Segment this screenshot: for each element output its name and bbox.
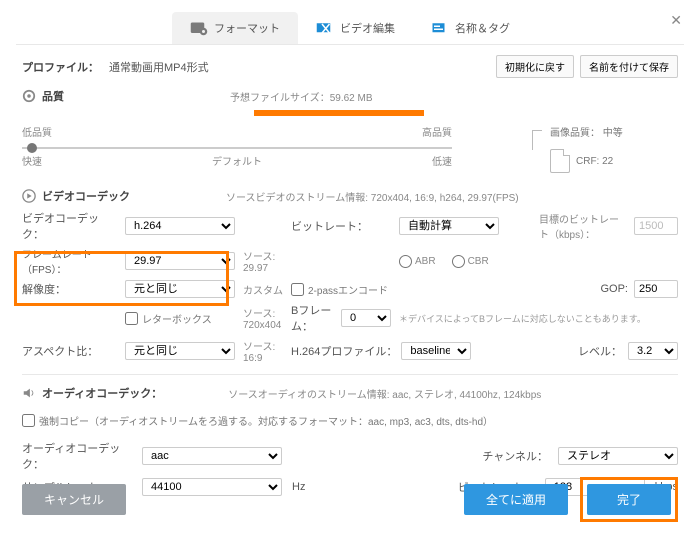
aspect-label: アスペクト比： [22,343,117,359]
speaker-icon [22,386,36,400]
vbitrate-select[interactable]: 自動計算 [399,217,499,235]
gear-icon [22,89,36,103]
tab-format-label: フォーマット [214,20,280,36]
profile-value: 通常動画用MP4形式 [109,59,209,75]
video-title: ビデオコーデック [42,188,130,204]
vbitrate-label: ビットレート： [291,218,391,234]
high-q: 高品質 [422,124,452,139]
audio-title: オーディオコーデック： [42,385,162,401]
saveas-button[interactable]: 名前を付けて保存 [580,55,678,78]
vcodec-label: ビデオコーデック： [22,210,117,242]
vcodec-select[interactable]: h.264 [125,217,235,235]
aspect-select[interactable]: 元と同じ [125,342,235,360]
bframe-select[interactable]: 0 [341,309,391,327]
format-icon [190,21,208,35]
audio-stream-info: ソースオーディオのストリーム情報: aac, ステレオ, 44100hz, 12… [228,386,541,401]
bframe-label: Bフレーム： [291,302,337,334]
target-bitrate-label: 目標のビットレート（kbps）： [539,211,624,241]
bframe-note: ＊デバイスによってBフレームに対応しないこともあります。 [399,312,678,325]
scissors-icon [316,21,334,35]
tab-edit-label: ビデオ編集 [340,20,395,36]
default: デフォルト [212,153,262,168]
fast: 快速 [22,153,42,168]
tag-icon [431,21,449,35]
low-q: 低品質 [22,124,52,139]
gop-input[interactable] [634,280,678,298]
gop-label: GOP: [600,283,628,295]
acodec-select[interactable]: aac [142,447,282,465]
document-icon [550,149,570,173]
done-highlight: 完了 [580,477,678,522]
cbr-radio[interactable]: CBR [452,255,489,268]
video-stream-info: ソースビデオのストリーム情報: 720x404, 16:9, h264, 29.… [226,189,519,204]
apply-all-button[interactable]: 全てに適用 [464,484,568,515]
quality-slider[interactable] [22,147,492,149]
acodec-label: オーディオコーデック： [22,440,132,472]
tab-bar: フォーマット ビデオ編集 名称＆タグ ✕ [0,0,700,44]
done-button[interactable]: 完了 [587,484,671,515]
est-label: 予想ファイルサイズ： [230,93,330,104]
play-icon [22,189,36,203]
fps-select[interactable]: 29.97 [125,252,235,270]
ch-label: チャンネル： [482,448,548,464]
quality-title: 品質 [42,88,64,104]
picq-label: 画像品質： [550,128,600,139]
tab-tag[interactable]: 名称＆タグ [413,12,528,44]
cancel-button[interactable]: キャンセル [22,484,126,515]
res-note: カスタム [243,282,283,297]
target-bitrate-input[interactable] [634,217,678,235]
profile-label: プロファイル： [22,59,99,75]
bracket-icon [532,130,542,150]
tab-edit[interactable]: ビデオ編集 [298,12,413,44]
level-label: レベル： [578,343,622,359]
est-value: 59.62 MB [330,93,373,104]
fps-label: フレームレート（FPS）： [22,246,117,276]
highlight-bar [254,110,424,116]
h264profile-label: H.264プロファイル： [291,343,397,359]
crf-label: CRF: [576,156,599,167]
letterbox-checkbox[interactable]: レターボックス [125,311,235,326]
tab-format[interactable]: フォーマット [172,12,298,44]
picq-value: 中等 [603,128,623,139]
res-select[interactable]: 元と同じ [125,280,235,298]
crf-value: 22 [602,156,613,167]
abr-radio[interactable]: ABR [399,255,436,268]
res-label: 解像度： [22,281,117,297]
close-icon[interactable]: ✕ [670,12,682,29]
level-select[interactable]: 3.2 [628,342,678,360]
slow: 低速 [432,153,452,168]
tab-tag-label: 名称＆タグ [455,20,510,36]
force-copy-checkbox[interactable]: 強制コピー（オーディオストリームをろ過する。対応するフォーマット：aac, mp… [22,413,493,428]
twopass-checkbox[interactable]: 2-passエンコード [291,282,391,297]
reset-button[interactable]: 初期化に戻す [496,55,574,78]
ch-select[interactable]: ステレオ [558,447,678,465]
